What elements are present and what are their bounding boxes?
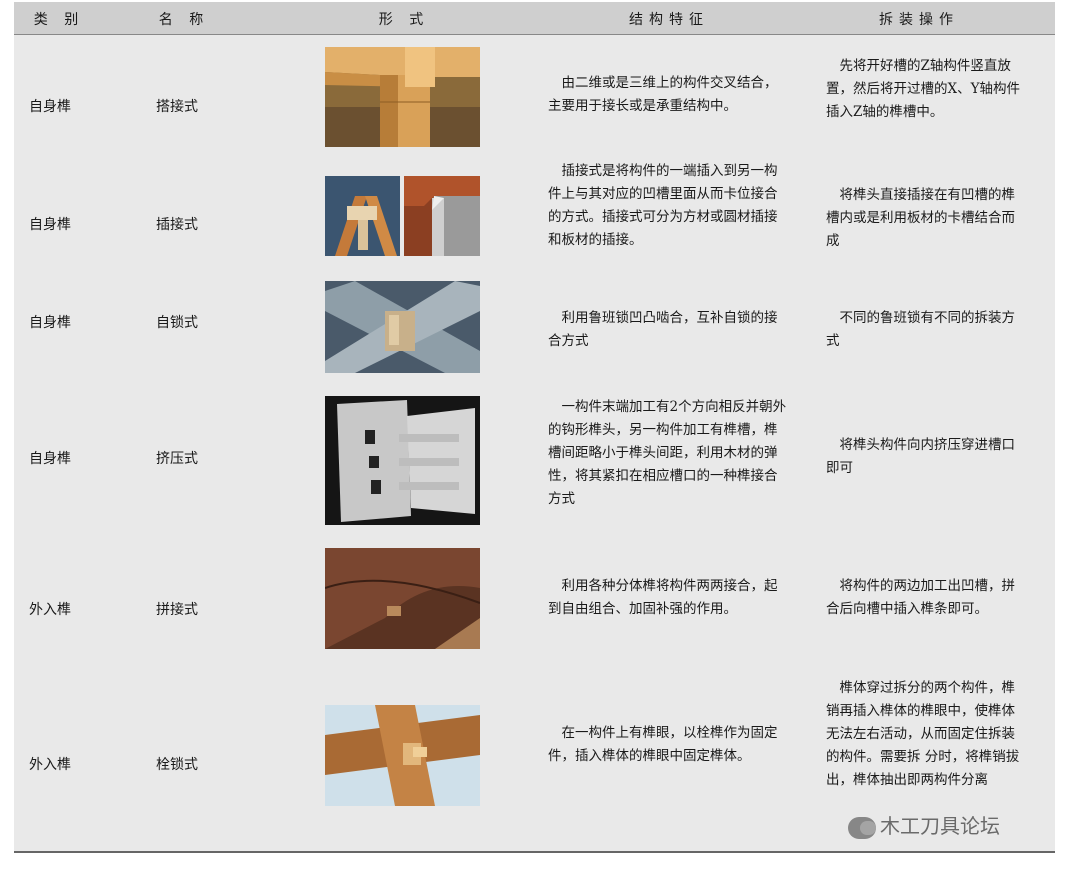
table-header: 类 别 名 称 形 式 结构特征 拆装操作 — [14, 2, 1055, 35]
wechat-icon — [848, 816, 876, 839]
row-operation: 先将开好槽的Z轴构件竖直放置，然后将开过槽的X、Y轴构件插入Z轴的榫槽中。 — [826, 58, 1021, 120]
row-name: 挤压式 — [156, 451, 198, 467]
header-structure: 结构特征 — [629, 12, 709, 28]
splice-joint-image — [325, 548, 480, 649]
row-structure: 一构件末端加工有2个方向相反并朝外的钩形榫头，另一构件加工有榫槽，榫槽间距略小于… — [548, 399, 787, 507]
lap-joint-image — [325, 47, 480, 147]
insert-joint-image-left — [325, 176, 400, 256]
row-name: 拼接式 — [156, 602, 198, 618]
row-structure: 利用各种分体榫将构件两两接合，起到自由组合、加固补强的作用。 — [548, 578, 778, 617]
header-name: 名 称 — [158, 12, 210, 28]
header-operation: 拆装操作 — [879, 12, 959, 28]
self-lock-joint-image — [325, 281, 480, 373]
row-name: 搭接式 — [156, 99, 198, 115]
row-name: 栓锁式 — [156, 757, 198, 773]
row-operation: 将榫头直接插接在有凹槽的榫槽内或是利用板材的卡槽结合而成 — [826, 187, 1015, 249]
row-name: 自锁式 — [156, 315, 198, 331]
row-operation: 将榫头构件向内挤压穿进槽口即可 — [826, 437, 1015, 476]
row-structure: 在一构件上有榫眼，以栓榫作为固定件，插入榫体的榫眼中固定榫体。 — [548, 725, 778, 764]
row-category: 外入榫 — [29, 757, 71, 773]
row-operation: 将构件的两边加工出凹槽，拼合后向槽中插入榫条即可。 — [826, 578, 1015, 617]
header-category: 类 别 — [33, 12, 85, 28]
watermark: 木工刀具论坛 — [848, 810, 1000, 839]
row-name: 插接式 — [156, 217, 198, 233]
row-structure: 利用鲁班锁凹凸啮合，互补自锁的接合方式 — [548, 310, 778, 349]
row-category: 自身榫 — [29, 217, 71, 233]
row-structure: 由二维或是三维上的构件交叉结合，主要用于接长或是承重结构中。 — [548, 75, 778, 114]
row-category: 自身榫 — [29, 451, 71, 467]
bolt-lock-joint-image — [325, 705, 480, 806]
header-form: 形 式 — [378, 12, 430, 28]
joinery-table: 类 别 名 称 形 式 结构特征 拆装操作 自身榫 搭接式 由二维或是三维上的构… — [14, 2, 1055, 853]
row-category: 自身榫 — [29, 315, 71, 331]
insert-joint-image-right — [404, 176, 480, 256]
row-structure: 插接式是将构件的一端插入到另一构件上与其对应的凹槽里面从而卡位接合的方式。插接式… — [548, 163, 778, 248]
row-category: 外入榫 — [29, 602, 71, 618]
row-operation: 不同的鲁班锁有不同的拆装方式 — [826, 310, 1015, 349]
watermark-text: 木工刀具论坛 — [880, 814, 1000, 838]
squeeze-joint-image — [325, 396, 480, 525]
row-operation: 榫体穿过拆分的两个构件，榫销再插入榫体的榫眼中，使榫体无法左右活动，从而固定住拆… — [826, 680, 1020, 788]
bottom-rule — [14, 851, 1055, 853]
row-category: 自身榫 — [29, 99, 71, 115]
